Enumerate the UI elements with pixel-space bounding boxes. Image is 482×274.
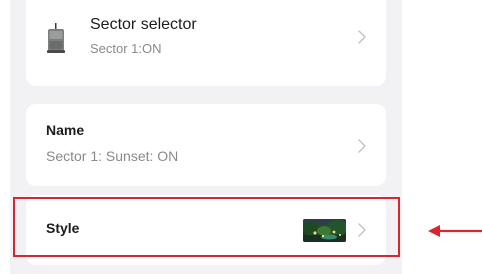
sector-selector-row[interactable]: Sector selector Sector 1:ON	[26, 0, 386, 86]
sector-selector-value: Sector 1:ON	[90, 41, 162, 56]
device-icon	[47, 23, 65, 53]
chevron-right-icon	[358, 30, 366, 44]
chevron-right-icon	[358, 139, 366, 153]
sector-selector-title: Sector selector	[90, 16, 197, 33]
highlight-box	[13, 197, 400, 257]
arrow-left-icon	[428, 225, 482, 237]
screen: Sector selector Sector 1:ON Name Sector …	[0, 0, 482, 274]
name-title: Name	[46, 122, 85, 138]
name-value: Sector 1: Sunset: ON	[46, 148, 179, 164]
name-row[interactable]: Name Sector 1: Sunset: ON	[26, 104, 386, 186]
